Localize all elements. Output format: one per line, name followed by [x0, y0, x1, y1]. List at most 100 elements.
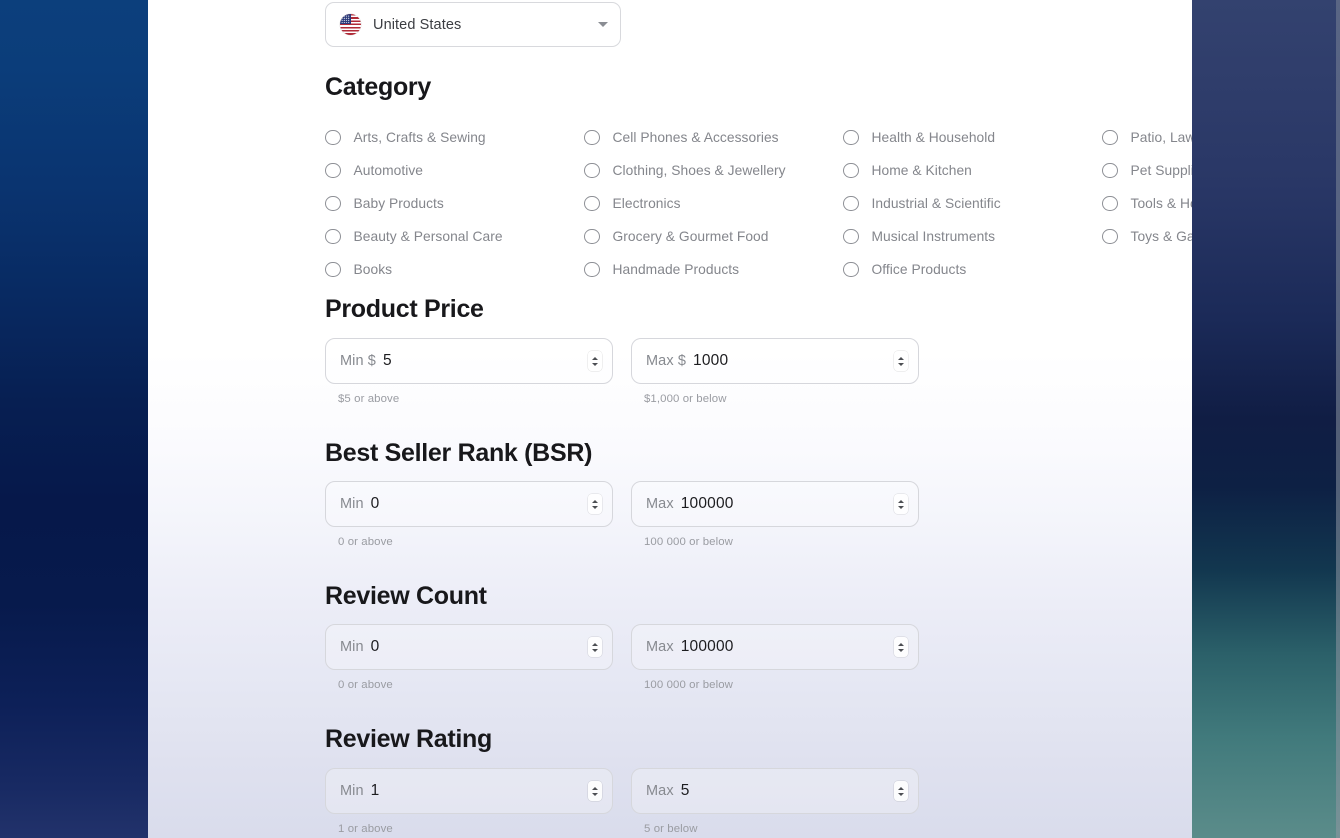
input-value: 1: [370, 782, 380, 799]
stepper-down-icon[interactable]: [592, 362, 598, 366]
review-rating-max-field: Max 5 5 or below: [631, 768, 919, 835]
review-rating-max-helper: 5 or below: [644, 823, 698, 835]
bsr-max-field: Max 100000 100 000 or below: [631, 481, 919, 548]
review-rating-min-helper: 1 or above: [338, 823, 393, 835]
stepper-up-icon[interactable]: [592, 786, 598, 790]
stepper-up-icon[interactable]: [592, 356, 598, 360]
stepper-up-icon[interactable]: [898, 356, 904, 360]
left-sidebar: [0, 0, 148, 838]
category-option-patio-lawn-garden[interactable]: Patio, Lawn & Garden: [1102, 121, 1192, 154]
stepper-up-icon[interactable]: [898, 642, 904, 646]
radio-icon[interactable]: [1102, 129, 1118, 146]
review-count-max-field: Max 100000 100 000 or below: [631, 624, 919, 691]
category-option-office-products[interactable]: Office Products: [843, 253, 1001, 286]
number-stepper[interactable]: [894, 494, 908, 514]
category-option-label: Grocery & Gourmet Food: [612, 229, 769, 244]
number-stepper[interactable]: [894, 351, 908, 371]
category-column-1: Arts, Crafts & Sewing Automotive Baby Pr…: [325, 121, 503, 286]
radio-icon[interactable]: [1102, 228, 1118, 245]
stepper-down-icon[interactable]: [898, 648, 904, 652]
radio-icon[interactable]: [325, 261, 341, 278]
radio-icon[interactable]: [843, 129, 859, 146]
radio-icon[interactable]: [584, 162, 600, 179]
stepper-down-icon[interactable]: [592, 648, 598, 652]
category-option-clothing-shoes-jewellery[interactable]: Clothing, Shoes & Jewellery: [584, 154, 786, 187]
number-stepper[interactable]: [588, 494, 602, 514]
category-option-handmade-products[interactable]: Handmade Products: [584, 253, 786, 286]
category-option-beauty-personal-care[interactable]: Beauty & Personal Care: [325, 220, 503, 253]
radio-icon[interactable]: [843, 261, 859, 278]
category-option-label: Tools & Home Improvement: [1130, 196, 1193, 211]
bsr-min-input[interactable]: Min 0: [325, 481, 613, 527]
number-stepper[interactable]: [588, 781, 602, 801]
input-prefix-label: Max $: [646, 353, 686, 369]
number-stepper[interactable]: [588, 351, 602, 371]
review-rating-min-input[interactable]: Min 1: [325, 768, 613, 814]
category-option-pet-supplies[interactable]: Pet Supplies: [1102, 154, 1192, 187]
review-rating-max-input[interactable]: Max 5: [631, 768, 919, 814]
category-option-tools-home-improvement[interactable]: Tools & Home Improvement: [1102, 187, 1192, 220]
radio-icon[interactable]: [584, 129, 600, 146]
input-prefix-label: Max: [646, 496, 674, 512]
review-count-max-input[interactable]: Max 100000: [631, 624, 919, 670]
category-option-electronics[interactable]: Electronics: [584, 187, 786, 220]
category-option-industrial-scientific[interactable]: Industrial & Scientific: [843, 187, 1001, 220]
category-option-cell-phones-accessories[interactable]: Cell Phones & Accessories: [584, 121, 786, 154]
category-option-label: Cell Phones & Accessories: [612, 130, 779, 145]
radio-icon[interactable]: [843, 162, 859, 179]
chevron-down-icon[interactable]: [598, 22, 608, 27]
radio-icon[interactable]: [843, 228, 859, 245]
number-stepper[interactable]: [588, 637, 602, 657]
product-price-min-input[interactable]: Min $ 5: [325, 338, 613, 384]
product-price-max-input[interactable]: Max $ 1000: [631, 338, 919, 384]
input-prefix-label: Min $: [340, 353, 376, 369]
radio-icon[interactable]: [843, 195, 859, 212]
category-option-label: Health & Household: [871, 130, 996, 145]
radio-icon[interactable]: [1102, 162, 1118, 179]
number-stepper[interactable]: [894, 637, 908, 657]
category-option-toys-games[interactable]: Toys & Games: [1102, 220, 1192, 253]
category-option-home-kitchen[interactable]: Home & Kitchen: [843, 154, 1001, 187]
product-price-min-helper: $5 or above: [338, 393, 400, 405]
product-price-heading: Product Price: [325, 295, 484, 323]
stepper-down-icon[interactable]: [592, 792, 598, 796]
review-count-heading: Review Count: [325, 582, 487, 610]
review-count-min-field: Min 0 0 or above: [325, 624, 613, 691]
category-option-label: Electronics: [612, 196, 681, 211]
input-prefix-label: Max: [646, 783, 674, 799]
radio-icon[interactable]: [584, 261, 600, 278]
stepper-up-icon[interactable]: [592, 642, 598, 646]
radio-icon[interactable]: [325, 195, 341, 212]
category-option-automotive[interactable]: Automotive: [325, 154, 503, 187]
radio-icon[interactable]: [325, 162, 341, 179]
stepper-down-icon[interactable]: [898, 362, 904, 366]
bsr-min-field: Min 0 0 or above: [325, 481, 613, 548]
stepper-up-icon[interactable]: [592, 499, 598, 503]
category-option-musical-instruments[interactable]: Musical Instruments: [843, 220, 1001, 253]
category-option-baby-products[interactable]: Baby Products: [325, 187, 503, 220]
radio-icon[interactable]: [325, 228, 341, 245]
stepper-up-icon[interactable]: [898, 499, 904, 503]
category-option-health-household[interactable]: Health & Household: [843, 121, 1001, 154]
bsr-max-input[interactable]: Max 100000: [631, 481, 919, 527]
stepper-down-icon[interactable]: [898, 505, 904, 509]
category-column-4: Patio, Lawn & Garden Pet Supplies Tools …: [1102, 121, 1192, 253]
radio-icon[interactable]: [584, 195, 600, 212]
radio-icon[interactable]: [325, 129, 341, 146]
radio-icon[interactable]: [584, 228, 600, 245]
bsr-heading: Best Seller Rank (BSR): [325, 439, 593, 467]
stepper-down-icon[interactable]: [592, 505, 598, 509]
category-option-arts-crafts-sewing[interactable]: Arts, Crafts & Sewing: [325, 121, 503, 154]
category-option-books[interactable]: Books: [325, 253, 503, 286]
input-prefix-label: Max: [646, 639, 674, 655]
radio-icon[interactable]: [1102, 195, 1118, 212]
stepper-down-icon[interactable]: [898, 792, 904, 796]
category-option-label: Industrial & Scientific: [871, 196, 1001, 211]
category-option-label: Books: [353, 262, 393, 277]
country-select[interactable]: United States: [325, 2, 621, 47]
review-count-min-input[interactable]: Min 0: [325, 624, 613, 670]
number-stepper[interactable]: [894, 781, 908, 801]
category-option-grocery-gourmet-food[interactable]: Grocery & Gourmet Food: [584, 220, 786, 253]
stepper-up-icon[interactable]: [898, 786, 904, 790]
category-option-label: Toys & Games: [1130, 229, 1193, 244]
